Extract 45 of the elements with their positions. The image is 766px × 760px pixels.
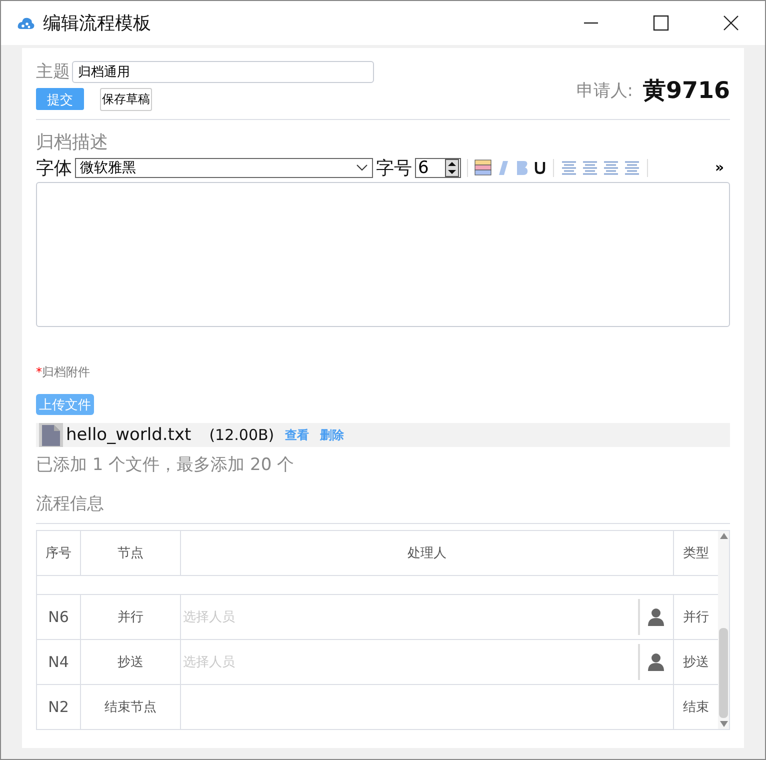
save-draft-button[interactable]: 保存草稿 [100, 88, 152, 111]
more-tools-button[interactable]: » [714, 160, 730, 176]
table-cell-text: 结束 [682, 699, 710, 717]
underline-icon[interactable] [533, 159, 547, 177]
file-count-text: 已添加 1 个文件，最多添加 20 个 [36, 454, 296, 476]
scroll-up-icon[interactable] [720, 533, 728, 539]
table-cell-text: 并行 [682, 609, 710, 627]
applicant-label: 申请人: [576, 80, 633, 102]
file-icon [39, 423, 63, 447]
table-cell: N2 [37, 685, 81, 729]
column-header: 节点 [81, 531, 181, 575]
table-cell: N4 [37, 640, 81, 684]
close-icon[interactable] [723, 15, 739, 31]
spin-arrows-icon[interactable] [445, 159, 459, 177]
subject-field[interactable]: 归档通用 [72, 60, 374, 82]
column-header: 序号 [37, 531, 81, 575]
person-icon[interactable] [648, 608, 664, 626]
column-header: 处理人 [181, 531, 674, 575]
attachment-label: *归档附件 [36, 365, 90, 379]
table-cell: N6 [37, 595, 81, 639]
file-name: hello_world.txt [66, 425, 192, 445]
color-swatch-icon[interactable] [474, 159, 492, 177]
window-title: 编辑流程模板 [43, 12, 151, 35]
applicant-name: 黄9716 [642, 77, 730, 106]
table-cell: 结束节点 [81, 685, 181, 729]
align-icon[interactable] [560, 159, 578, 177]
subject-label: 主题 [36, 61, 70, 83]
maximize-icon[interactable] [653, 15, 669, 31]
scrollbar[interactable] [718, 531, 729, 729]
file-size: (12.00B) [209, 426, 274, 444]
font-label: 字体 [36, 157, 72, 180]
align-icon[interactable] [581, 159, 599, 177]
size-label: 字号 [376, 157, 412, 180]
section-title: 流程信息 [36, 493, 105, 515]
align-icon[interactable] [623, 159, 641, 177]
column-header: 类型 [682, 545, 710, 563]
align-icon[interactable] [602, 159, 620, 177]
section-title: 归档描述 [36, 131, 109, 154]
table-cell-text: 抄送 [682, 654, 710, 672]
chevron-down-icon [356, 164, 368, 172]
scroll-down-icon[interactable] [720, 721, 728, 727]
font-size-spinner[interactable]: 6 [415, 158, 461, 178]
cloud-logo-icon [17, 16, 35, 30]
font-dropdown[interactable]: 微软雅黑 [75, 158, 373, 178]
person-icon[interactable] [648, 653, 664, 671]
